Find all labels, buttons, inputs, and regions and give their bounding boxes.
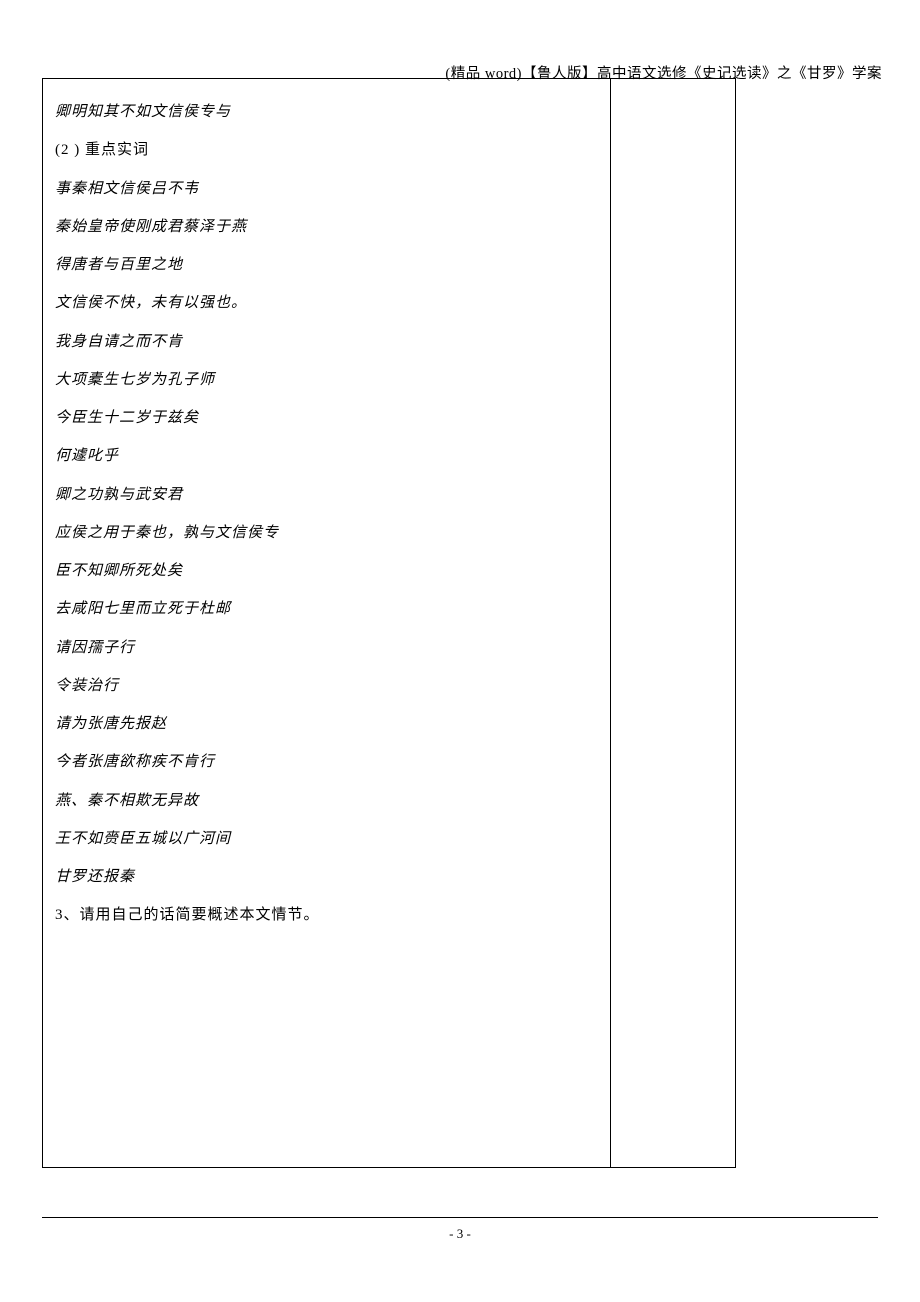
content-line: (2 ) 重点实词 — [55, 131, 600, 169]
content-line: 请为张唐先报赵 — [55, 705, 600, 743]
content-line: 臣不知卿所死处矣 — [55, 552, 600, 590]
side-notes-cell — [611, 78, 736, 1168]
content-line: 卿之功孰与武安君 — [55, 476, 600, 514]
content-line: 文信侯不快，未有以强也。 — [55, 284, 600, 322]
content-line: 事秦相文信侯吕不韦 — [55, 170, 600, 208]
content-line: 令装治行 — [55, 667, 600, 705]
content-line: 秦始皇帝使刚成君蔡泽于燕 — [55, 208, 600, 246]
content-line: 应侯之用于秦也，孰与文信侯专 — [55, 514, 600, 552]
content-line: 大项橐生七岁为孔子师 — [55, 361, 600, 399]
content-line: 何遽叱乎 — [55, 437, 600, 475]
footer-divider — [42, 1217, 878, 1218]
content-line: 卿明知其不如文信侯专与 — [55, 93, 600, 131]
content-line: 王不如赍臣五城以广河间 — [55, 820, 600, 858]
content-line: 燕、秦不相欺无异故 — [55, 782, 600, 820]
content-line: 得唐者与百里之地 — [55, 246, 600, 284]
page-number: - 3 - — [0, 1226, 920, 1242]
content-line: 今臣生十二岁于兹矣 — [55, 399, 600, 437]
content-line: 去咸阳七里而立死于杜邮 — [55, 590, 600, 628]
content-line: 请因孺子行 — [55, 629, 600, 667]
content-line: 3、请用自己的话简要概述本文情节。 — [55, 896, 600, 934]
content-line: 我身自请之而不肯 — [55, 323, 600, 361]
page-container: (精品 word)【鲁人版】高中语文选修《史记选读》之《甘罗》学案 卿明知其不如… — [0, 0, 920, 1302]
content-table: 卿明知其不如文信侯专与 (2 ) 重点实词 事秦相文信侯吕不韦 秦始皇帝使刚成君… — [42, 78, 736, 1168]
main-content-cell: 卿明知其不如文信侯专与 (2 ) 重点实词 事秦相文信侯吕不韦 秦始皇帝使刚成君… — [42, 78, 611, 1168]
content-line: 今者张唐欲称疾不肯行 — [55, 743, 600, 781]
content-line: 甘罗还报秦 — [55, 858, 600, 896]
